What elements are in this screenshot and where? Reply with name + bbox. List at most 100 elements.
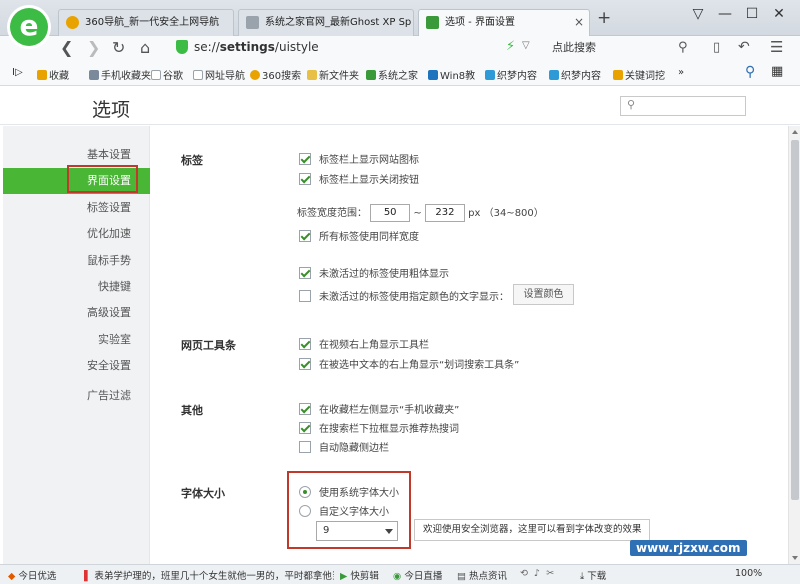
dropdown-icon[interactable]: ▽ (522, 40, 530, 51)
sidebar-item-security[interactable]: 安全设置 (3, 353, 150, 379)
quick-edit[interactable]: ▶ 快剪辑 (340, 568, 379, 582)
option-color-unactivated[interactable]: 未激活过的标签使用指定颜色的文字显示： (299, 288, 509, 303)
checkbox[interactable] (299, 358, 311, 370)
option-mobile-favorites[interactable]: 在收藏栏左侧显示“手机收藏夹” (299, 401, 459, 416)
bookmarks-toggle[interactable]: I▷ (12, 67, 23, 78)
tab-width-min-input[interactable]: 50 (370, 204, 411, 222)
option-video-toolbar[interactable]: 在视频右上角显示工具栏 (299, 336, 429, 351)
page-icon (193, 70, 203, 80)
site-watermark: www.rjzxw.com (630, 540, 747, 556)
section-title-tabs: 标签 (181, 154, 203, 167)
option-show-favicon[interactable]: 标签栏上显示网站图标 (299, 151, 419, 166)
bookmark-item[interactable]: Win8教 (428, 67, 475, 82)
bookmark-item[interactable]: 收藏 (37, 67, 69, 82)
checkbox[interactable] (299, 153, 311, 165)
sidebar-item-mouse-gestures[interactable]: 鼠标手势 (3, 248, 150, 274)
bookmark-item[interactable]: 织梦内容 (549, 67, 601, 82)
set-color-button[interactable]: 设置颜色 (513, 284, 574, 305)
new-tab-button[interactable]: + (597, 8, 611, 28)
scroll-up-icon[interactable] (792, 130, 798, 134)
bookmark-item[interactable]: 手机收藏夹 (89, 67, 151, 82)
today-picks[interactable]: ◆ 今日优选 (8, 568, 56, 582)
address-url: se://settings/uistyle (194, 40, 319, 54)
lightning-icon[interactable]: ⚡ (506, 39, 515, 54)
close-window-button[interactable]: ✕ (769, 6, 789, 22)
home-icon[interactable]: ⌂ (140, 38, 150, 57)
tab-options[interactable]: 选项 - 界面设置 × (418, 9, 590, 37)
bookmark-item[interactable]: 关键词挖 (613, 67, 665, 82)
checkbox[interactable] (299, 338, 311, 350)
bookmark-item[interactable]: 系统之家 (366, 67, 418, 82)
section-title-font-size: 字体大小 (181, 487, 225, 500)
site-icon (366, 70, 376, 80)
star-icon (37, 70, 47, 80)
news-ticker[interactable]: ▌ 表弟学护理的，班里几十个女生就他一男的，平时都拿他当 (84, 568, 334, 582)
tab-width-unit: px （34~800） (468, 208, 544, 219)
scroll-down-icon[interactable] (792, 556, 798, 560)
checkbox[interactable] (299, 441, 311, 453)
sidebar-item-adblock[interactable]: 广告过滤 (3, 383, 150, 409)
search-icon[interactable]: ⚲ (678, 40, 688, 55)
tablet-icon[interactable]: ▯ (713, 40, 720, 55)
scroll-thumb[interactable] (791, 140, 799, 500)
annotation-highlight-box (287, 471, 411, 549)
refresh-icon[interactable]: ↻ (112, 38, 125, 57)
sidebar-item-tabs[interactable]: 标签设置 (3, 195, 150, 221)
checkbox[interactable] (299, 290, 311, 302)
tab-label: 选项 - 界面设置 (445, 17, 515, 28)
apps-grid-icon[interactable]: ▦ (771, 64, 783, 79)
sidebar-item-advanced[interactable]: 高级设置 (3, 300, 150, 326)
back-icon[interactable]: ❮ (60, 38, 73, 57)
checkbox[interactable] (299, 403, 311, 415)
today-live[interactable]: ◉ 今日直播 (393, 568, 442, 582)
section-title-other: 其他 (181, 404, 203, 417)
misc-icons[interactable]: ⟲ ♪ ✂ (520, 568, 554, 579)
option-auto-hide-sidebar[interactable]: 自动隐藏侧边栏 (299, 439, 389, 454)
bookmark-item[interactable]: 新文件夹 (307, 67, 359, 82)
section-title-toolbar: 网页工具条 (181, 339, 236, 352)
checkbox[interactable] (299, 267, 311, 279)
minimize-button[interactable]: — (715, 6, 735, 22)
checkbox[interactable] (299, 173, 311, 185)
bookmark-item[interactable]: 谷歌 (151, 67, 183, 82)
option-show-close-button[interactable]: 标签栏上显示关闭按钮 (299, 171, 419, 186)
search-icon[interactable]: ⚲ (745, 64, 755, 80)
menu-icon[interactable]: ☰ (770, 38, 783, 56)
option-same-width[interactable]: 所有标签使用同样宽度 (299, 228, 419, 243)
bookmark-item[interactable]: 360搜索 (250, 67, 301, 82)
navigation-bar: ❮ ❯ ↻ ⌂ se://settings/uistyle ⚡ ▽ 点此搜索 ⚲… (0, 36, 800, 61)
maximize-button[interactable]: ☐ (742, 6, 762, 22)
page-header: 选项 ⚲ (0, 87, 800, 125)
zoom-level[interactable]: 100% (735, 568, 762, 579)
more-bookmarks-icon[interactable]: » (678, 67, 684, 78)
undo-icon[interactable]: ↶ (738, 39, 750, 55)
skin-icon[interactable]: ▽ (688, 6, 708, 22)
bookmark-item[interactable]: 网址导航 (193, 67, 245, 82)
search-input[interactable]: 点此搜索 (548, 37, 696, 59)
site-icon (549, 70, 559, 80)
tab-width-max-input[interactable]: 232 (424, 204, 465, 222)
option-selection-search-toolbar[interactable]: 在被选中文本的右上角显示“划词搜索工具条” (299, 356, 519, 371)
checkbox[interactable] (299, 422, 311, 434)
tab-label: 系统之家官网_最新Ghost XP Sp (265, 17, 412, 28)
vertical-scrollbar[interactable] (788, 126, 800, 564)
option-bold-unactivated[interactable]: 未激活过的标签使用粗体显示 (299, 265, 449, 280)
sidebar-item-shortcuts[interactable]: 快捷键 (3, 274, 150, 300)
page-icon (246, 16, 259, 29)
shield-icon (176, 40, 188, 54)
settings-search-input[interactable]: ⚲ (620, 96, 746, 116)
close-tab-icon[interactable]: × (574, 10, 584, 35)
sidebar-item-optimize[interactable]: 优化加速 (3, 221, 150, 247)
downloads[interactable]: ⤓ 下载 (580, 568, 606, 582)
checkbox[interactable] (299, 230, 311, 242)
tab-360-nav[interactable]: 360导航_新一代安全上网导航 (58, 9, 234, 36)
site-icon (613, 70, 623, 80)
option-hot-search-words[interactable]: 在搜索栏下拉框显示推荐热搜词 (299, 420, 459, 435)
address-bar[interactable]: se://settings/uistyle ⚡ ▽ (170, 37, 538, 59)
bookmark-item[interactable]: 织梦内容 (485, 67, 537, 82)
forward-icon[interactable]: ❯ (87, 38, 100, 57)
tab-xitongzhijia[interactable]: 系统之家官网_最新Ghost XP Sp (238, 9, 414, 36)
browser-logo[interactable]: e (10, 8, 48, 46)
sidebar-item-lab[interactable]: 实验室 (3, 327, 150, 353)
hot-news[interactable]: ▤ 热点资讯 (457, 568, 507, 582)
